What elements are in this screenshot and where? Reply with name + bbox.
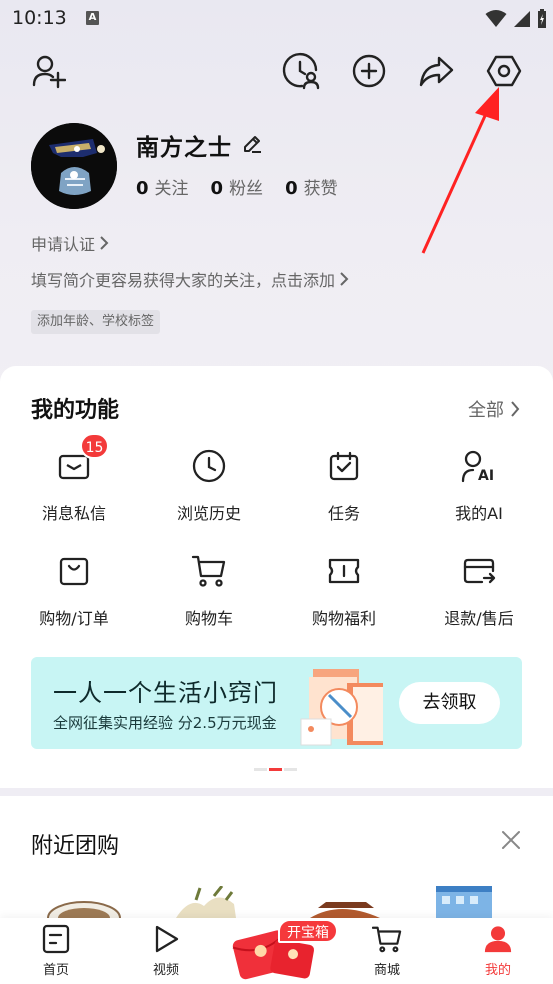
refund-card-icon [459,551,499,591]
chevron-right-icon [511,401,520,417]
battery-icon [538,9,546,28]
nav-home[interactable]: 首页 [21,924,91,978]
coupon-icon [324,551,364,591]
play-icon [151,924,181,954]
notification-icon: A [86,11,99,25]
func-orders[interactable]: 购物/订单 [14,551,134,629]
func-label: 消息私信 [41,504,106,523]
chevron-right-icon [340,272,349,286]
stat-followers[interactable]: 0 粉丝 [211,174,264,199]
func-history[interactable]: 浏览历史 [149,446,269,524]
stat-number: 0 [285,178,298,199]
clock-icon [189,446,229,486]
home-icon [41,924,71,954]
nav-mall[interactable]: 商城 [352,924,422,978]
functions-title: 我的功能 [31,398,120,423]
func-label: 购物福利 [311,609,376,628]
add-tags-chip[interactable]: 添加年龄、学校标签 [31,310,161,334]
stat-label: 关注 [154,179,189,199]
close-icon [502,831,520,849]
pencil-icon [244,136,261,153]
carousel-indicator [254,768,297,771]
profile-stats: 0 关注 0 粉丝 0 获赞 [136,174,338,199]
signal-icon [514,11,530,27]
shopping-bag-icon [54,551,94,591]
settings-hexagon-icon [486,55,522,87]
visitor-history-button[interactable] [281,51,321,91]
edit-profile-button[interactable] [242,134,262,158]
carousel-dot [284,768,297,771]
chevron-right-icon [100,236,109,250]
stat-number: 0 [210,178,224,199]
close-nearby-button[interactable] [500,829,522,855]
status-icons [485,9,547,29]
nearby-title: 附近团购 [31,834,120,859]
nav-label: 首页 [42,963,69,978]
nav-label: 商城 [373,963,400,978]
message-badge: 15 [80,433,109,459]
nav-me[interactable]: 我的 [463,924,533,978]
visitor-history-icon [282,52,320,90]
verify-link[interactable]: 申请认证 [31,231,109,255]
banner-illustration [300,669,383,746]
nav-video[interactable]: 视频 [131,924,201,978]
avatar-image [31,123,117,209]
treasure-tag: 开宝箱 [278,919,338,943]
stat-label: 粉丝 [229,179,264,199]
cart-icon [372,924,402,954]
claim-button[interactable]: 去领取 [399,682,500,724]
share-icon [419,56,454,87]
status-bar: 10:13 A [0,0,553,38]
ai-user-icon: AI [459,446,499,486]
func-label: 购物/订单 [39,609,109,628]
avatar[interactable] [31,123,117,209]
verify-label: 申请认证 [31,235,96,254]
plus-icon [352,54,386,88]
banner-title: 一人一个生活小窍门 [53,679,278,707]
stat-following[interactable]: 0 关注 [136,174,189,199]
bio-link[interactable]: 填写简介更容易获得大家的关注，点击添加 [31,267,349,291]
func-label: 任务 [327,504,360,523]
all-label: 全部 [468,400,504,421]
svg-text:AI: AI [478,468,494,483]
func-tasks[interactable]: 任务 [284,446,404,524]
promo-banner[interactable]: 一人一个生活小窍门 全网征集实用经验 分2.5万元现金 去领取 [31,657,522,749]
func-cart[interactable]: 购物车 [149,551,269,629]
func-refund[interactable]: 退款/售后 [419,551,539,629]
stat-number: 0 [136,178,149,199]
nav-label: 视频 [152,963,179,978]
func-messages[interactable]: 消息私信 [14,446,134,524]
stat-label: 获赞 [303,179,338,199]
wifi-icon [485,10,507,27]
func-label: 退款/售后 [444,609,514,628]
username[interactable]: 南方之士 [136,128,232,162]
add-friend-button[interactable] [28,51,68,91]
status-time: 10:13 [12,7,67,29]
func-label: 购物车 [184,609,233,628]
nav-label: 我的 [484,963,511,978]
func-label: 浏览历史 [176,504,241,523]
stat-likes[interactable]: 0 获赞 [285,174,338,199]
annotation-arrow [421,87,499,254]
all-functions-link[interactable]: 全部 [468,396,520,422]
carousel-dot [254,768,267,771]
func-benefits[interactable]: 购物福利 [284,551,404,629]
nearby-thumbnails [47,886,492,918]
add-friend-icon [32,55,66,89]
cart-icon [189,551,229,591]
person-icon [483,924,513,954]
banner-subtitle: 全网征集实用经验 分2.5万元现金 [53,714,277,732]
bio-prompt: 填写简介更容易获得大家的关注，点击添加 [31,271,336,290]
func-my-ai[interactable]: AI 我的AI [419,446,539,524]
carousel-dot-active [269,768,282,771]
create-button[interactable] [349,51,389,91]
calendar-task-icon [324,446,364,486]
func-label: 我的AI [455,504,503,523]
